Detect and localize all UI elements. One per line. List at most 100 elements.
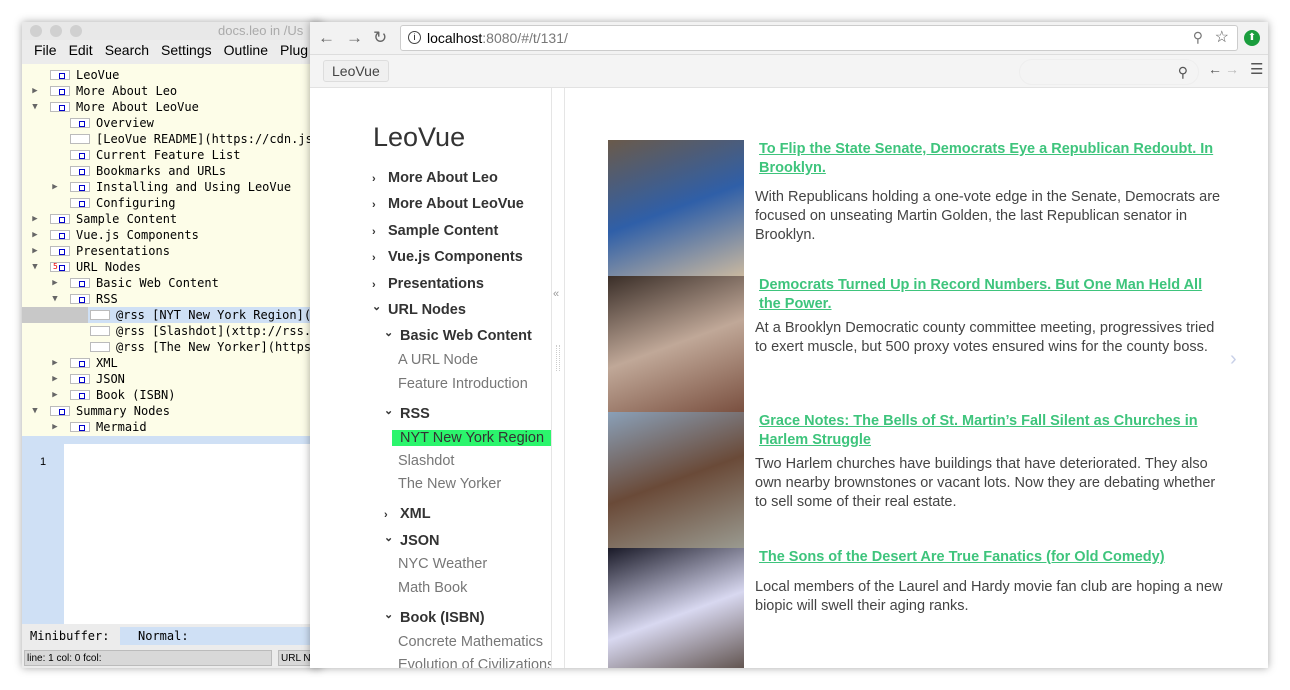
outline-node[interactable]: ▶ Sample Content xyxy=(22,211,322,227)
zoom-button[interactable] xyxy=(70,25,82,37)
minimize-button[interactable] xyxy=(50,25,62,37)
menu-edit[interactable]: Edit xyxy=(69,42,93,58)
outline-node[interactable]: [LeoVue README](https://cdn.js xyxy=(22,131,322,147)
triangle-right-icon[interactable]: ▶ xyxy=(50,371,60,387)
outline-node[interactable]: Bookmarks and URLs xyxy=(22,163,322,179)
sidebar-item[interactable]: NYT New York Region xyxy=(392,430,551,446)
outline-node[interactable]: ▶ Presentations xyxy=(22,243,322,259)
menu-file[interactable]: File xyxy=(34,42,57,58)
reload-icon[interactable]: ↻ xyxy=(373,28,387,48)
sidebar-item[interactable]: › More About Leo xyxy=(372,170,498,186)
sidebar-item[interactable]: NYC Weather xyxy=(398,556,487,572)
article-image[interactable] xyxy=(608,548,744,668)
outline-node[interactable]: ▶ JSON xyxy=(22,371,322,387)
chevron-down-icon[interactable]: ⌄ xyxy=(384,608,400,621)
body-editor[interactable]: 1 xyxy=(22,444,322,624)
sidebar-item[interactable]: › Presentations xyxy=(372,276,484,292)
sidebar-item[interactable]: ⌄ Basic Web Content xyxy=(384,326,532,344)
triangle-right-icon[interactable]: ▶ xyxy=(50,387,60,403)
outline-node[interactable]: LeoVue xyxy=(22,67,322,83)
back-arrow-icon[interactable]: ← xyxy=(318,28,335,48)
chevron-right-icon[interactable]: › xyxy=(384,509,400,521)
outline-node[interactable]: ▶ Basic Web Content xyxy=(22,275,322,291)
article-image[interactable] xyxy=(608,140,744,276)
menu-search[interactable]: Search xyxy=(105,42,149,58)
outline-pane[interactable]: LeoVue ▶ More About Leo ▼ More About LeoVue O… xyxy=(22,64,322,436)
drag-handle[interactable] xyxy=(556,345,560,371)
article-title-link[interactable]: To Flip the State Senate, Democrats Eye … xyxy=(759,140,1224,178)
search-input[interactable]: ⚲ xyxy=(1019,59,1199,85)
collapse-icon[interactable]: « xyxy=(553,288,559,300)
sidebar-item[interactable]: ⌄ JSON xyxy=(384,531,440,549)
menu-settings[interactable]: Settings xyxy=(161,42,212,58)
outline-node[interactable]: ▶ XML xyxy=(22,355,322,371)
forward-arrow-icon[interactable]: → xyxy=(1225,61,1239,77)
chevron-right-icon[interactable]: › xyxy=(372,226,388,238)
outline-node[interactable]: Current Feature List xyxy=(22,147,322,163)
search-icon[interactable]: ⚲ xyxy=(1178,64,1188,80)
article-image[interactable] xyxy=(608,276,744,412)
triangle-right-icon[interactable]: ▶ xyxy=(50,419,60,435)
sidebar-item[interactable]: A URL Node xyxy=(398,352,478,368)
triangle-down-icon[interactable]: ▼ xyxy=(30,259,40,275)
sidebar-item[interactable]: › Vue.js Components xyxy=(372,249,523,265)
sidebar-item[interactable]: ⌄ URL Nodes xyxy=(372,300,466,318)
chevron-right-icon[interactable]: › xyxy=(372,173,388,185)
chevron-down-icon[interactable]: ⌄ xyxy=(372,300,388,313)
forward-arrow-icon[interactable]: → xyxy=(346,28,363,48)
info-icon[interactable]: i xyxy=(408,31,421,44)
sidebar-item[interactable]: › More About LeoVue xyxy=(372,196,524,212)
minibuffer-input[interactable]: Normal: xyxy=(120,627,322,645)
menu-icon[interactable]: ☰ xyxy=(1250,60,1263,78)
article-title-link[interactable]: Democrats Turned Up in Record Numbers. B… xyxy=(759,276,1224,314)
chevron-down-icon[interactable]: ⌄ xyxy=(384,404,400,417)
address-bar[interactable]: i localhost:8080/#/t/131/ ⚲ ☆ xyxy=(400,25,1238,51)
close-button[interactable] xyxy=(30,25,42,37)
chevron-right-icon[interactable]: › xyxy=(372,252,388,264)
triangle-down-icon[interactable]: ▼ xyxy=(50,291,60,307)
sidebar-item[interactable]: Slashdot xyxy=(398,453,454,469)
chevron-down-icon[interactable]: ⌄ xyxy=(384,531,400,544)
sidebar-item[interactable]: Feature Introduction xyxy=(398,376,528,392)
sidebar-item[interactable]: › Sample Content xyxy=(372,223,498,239)
outline-node[interactable]: Configuring xyxy=(22,195,322,211)
triangle-down-icon[interactable]: ▼ xyxy=(30,403,40,419)
triangle-right-icon[interactable]: ▶ xyxy=(50,179,60,195)
triangle-right-icon[interactable]: ▶ xyxy=(30,83,40,99)
triangle-right-icon[interactable]: ▶ xyxy=(30,243,40,259)
star-icon[interactable]: ☆ xyxy=(1215,27,1229,47)
outline-node[interactable]: ▶ More About Leo xyxy=(22,83,322,99)
zoom-icon[interactable]: ⚲ xyxy=(1193,29,1203,46)
chevron-right-icon[interactable]: › xyxy=(372,199,388,211)
triangle-right-icon[interactable]: ▶ xyxy=(50,275,60,291)
chevron-right-icon[interactable]: › xyxy=(1230,348,1237,371)
sidebar-item[interactable]: ⌄ RSS xyxy=(384,404,430,422)
menu-outline[interactable]: Outline xyxy=(224,42,268,58)
triangle-right-icon[interactable]: ▶ xyxy=(30,211,40,227)
sidebar-item[interactable]: › XML xyxy=(384,506,431,522)
triangle-right-icon[interactable]: ▶ xyxy=(30,227,40,243)
triangle-down-icon[interactable]: ▼ xyxy=(30,99,40,115)
outline-node[interactable]: ▼ RSS xyxy=(22,291,322,307)
home-button[interactable]: LeoVue xyxy=(323,60,389,82)
outline-node[interactable]: ▼ URL Nodes xyxy=(22,259,322,275)
outline-node[interactable]: @rss [NYT New York Region]( xyxy=(22,307,322,323)
chevron-right-icon[interactable]: › xyxy=(372,279,388,291)
sidebar-item[interactable]: Math Book xyxy=(398,580,467,596)
article-title-link[interactable]: The Sons of the Desert Are True Fanatics… xyxy=(759,548,1224,567)
sidebar-item[interactable]: ⌄ Book (ISBN) xyxy=(384,608,485,626)
pane-splitter[interactable] xyxy=(22,436,322,444)
chevron-down-icon[interactable]: ⌄ xyxy=(384,326,400,339)
sidebar-item[interactable]: The New Yorker xyxy=(398,476,501,492)
outline-node[interactable]: Overview xyxy=(22,115,322,131)
back-arrow-icon[interactable]: ← xyxy=(1208,61,1222,77)
outline-node[interactable]: ▼ Summary Nodes xyxy=(22,403,322,419)
sidebar-item[interactable]: Evolution of Civilizations xyxy=(398,657,551,668)
outline-node[interactable]: @rss [Slashdot](xttp://rss. xyxy=(22,323,322,339)
sidebar-splitter[interactable]: « xyxy=(552,88,565,668)
extension-icon[interactable]: ⬆ xyxy=(1244,30,1260,46)
outline-node[interactable]: @rss [The New Yorker](https xyxy=(22,339,322,355)
outline-node[interactable]: ▶ Vue.js Components xyxy=(22,227,322,243)
menu-plug[interactable]: Plug xyxy=(280,42,308,58)
outline-node[interactable]: ▶ Book (ISBN) xyxy=(22,387,322,403)
